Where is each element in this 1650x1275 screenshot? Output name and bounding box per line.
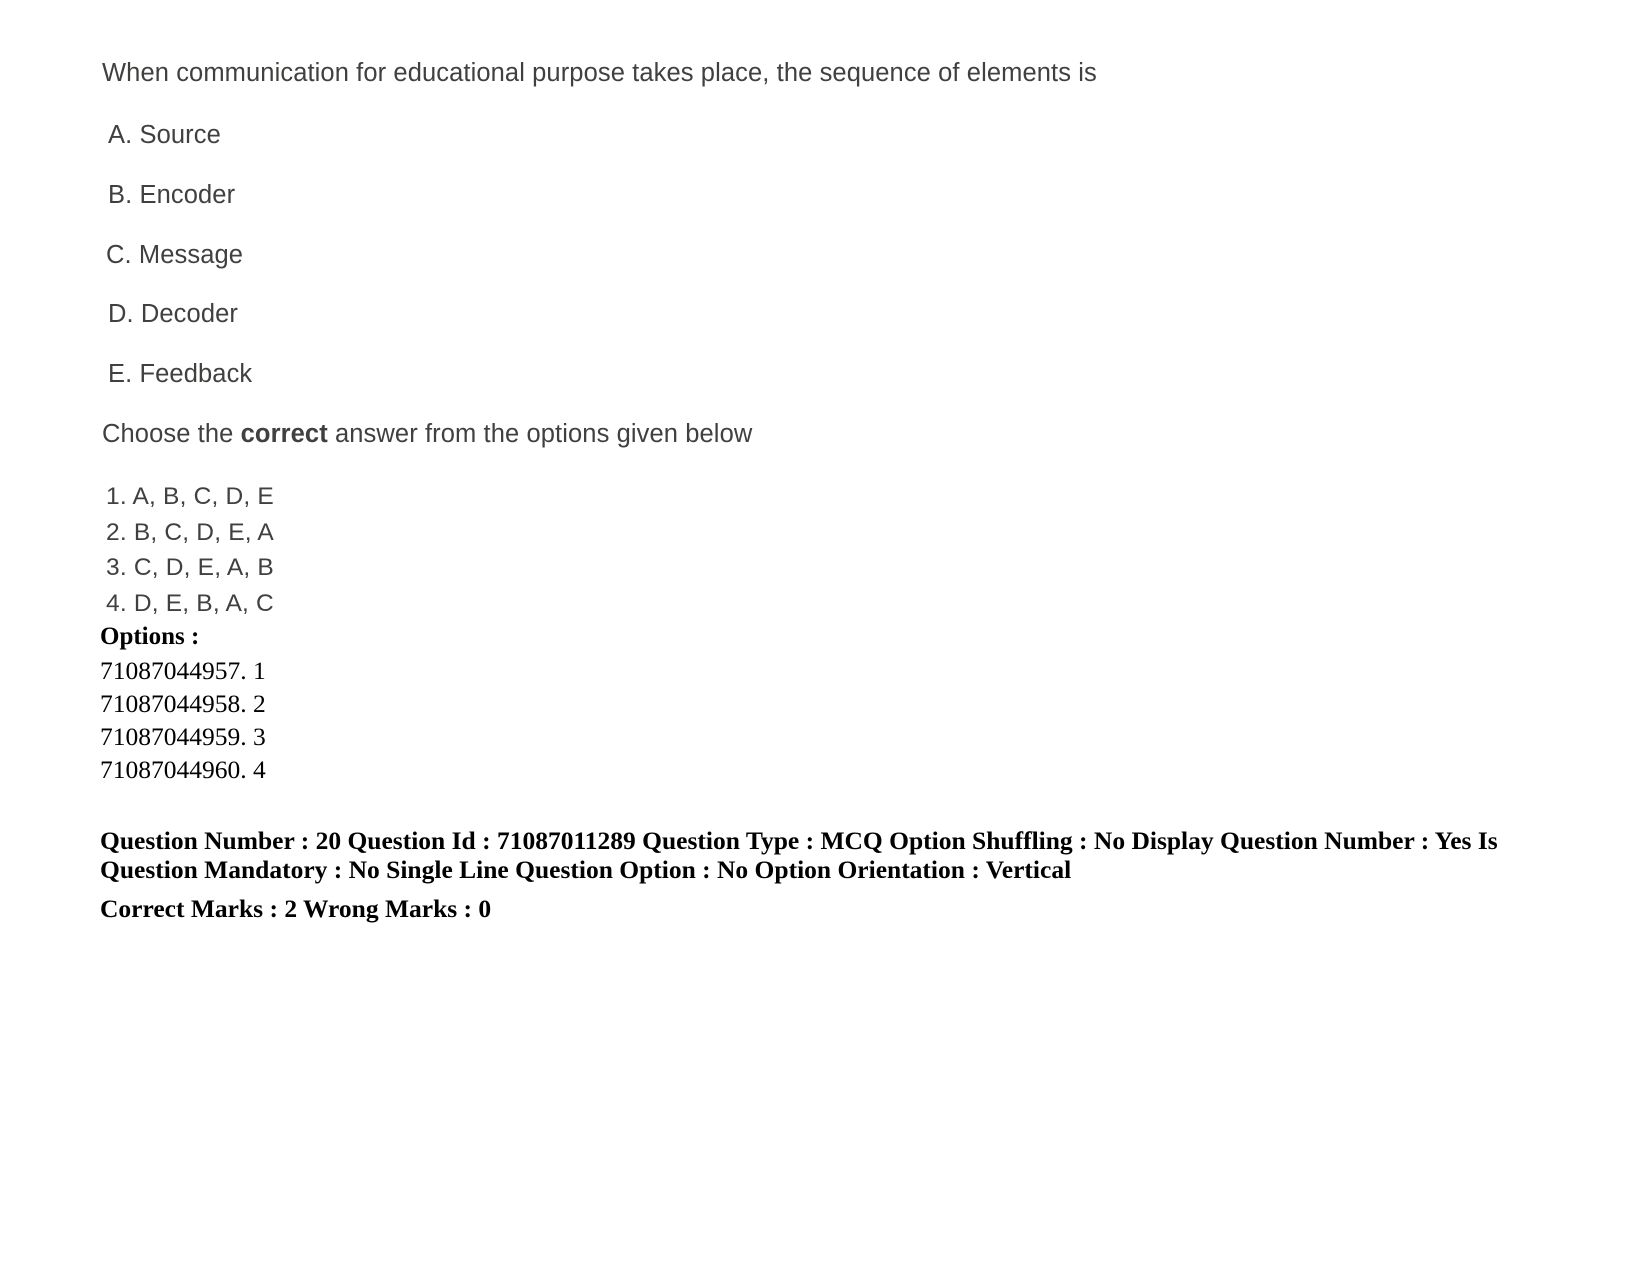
- options-label: Options :: [100, 623, 200, 650]
- answer-choice-3: 3. C, D, E, A, B: [106, 554, 274, 581]
- metadata-line-2: Correct Marks : 2 Wrong Marks : 0: [100, 894, 492, 923]
- option-row-1: 71087044957. 1: [100, 656, 266, 685]
- options-section: Options : 71087044957. 1 71087044958. 2 …: [100, 620, 266, 786]
- instruction-prefix: Choose the: [102, 420, 241, 448]
- question-page: When communication for educational purpo…: [0, 0, 1650, 1275]
- option-row-3: 71087044959. 3: [100, 722, 266, 751]
- question-element-e: E. Feedback: [108, 360, 253, 388]
- instruction-suffix: answer from the options given below: [327, 420, 753, 448]
- instruction-line: Choose the correct answer from the optio…: [102, 419, 752, 449]
- instruction-bold-word: correct: [240, 420, 328, 448]
- question-stem: When communication for educational purpo…: [102, 59, 1097, 87]
- answer-choice-2: 2. B, C, D, E, A: [106, 518, 274, 546]
- question-element-a: A. Source: [108, 121, 221, 149]
- option-row-4: 71087044960. 4: [100, 755, 266, 784]
- metadata-line-1: Question Number : 20 Question Id : 71087…: [100, 826, 1498, 884]
- answer-choice-4: 4. D, E, B, A, C: [106, 589, 274, 617]
- answer-choice-1: 1. A, B, C, D, E: [106, 483, 274, 510]
- question-element-d: D. Decoder: [108, 300, 238, 328]
- answer-choice-list: 1. A, B, C, D, E 2. B, C, D, E, A 3. C, …: [106, 479, 274, 621]
- question-metadata: Question Number : 20 Question Id : 71087…: [100, 826, 1515, 923]
- question-element-b: B. Encoder: [108, 181, 236, 209]
- option-row-2: 71087044958. 2: [100, 689, 266, 718]
- question-element-c: C. Message: [106, 241, 244, 269]
